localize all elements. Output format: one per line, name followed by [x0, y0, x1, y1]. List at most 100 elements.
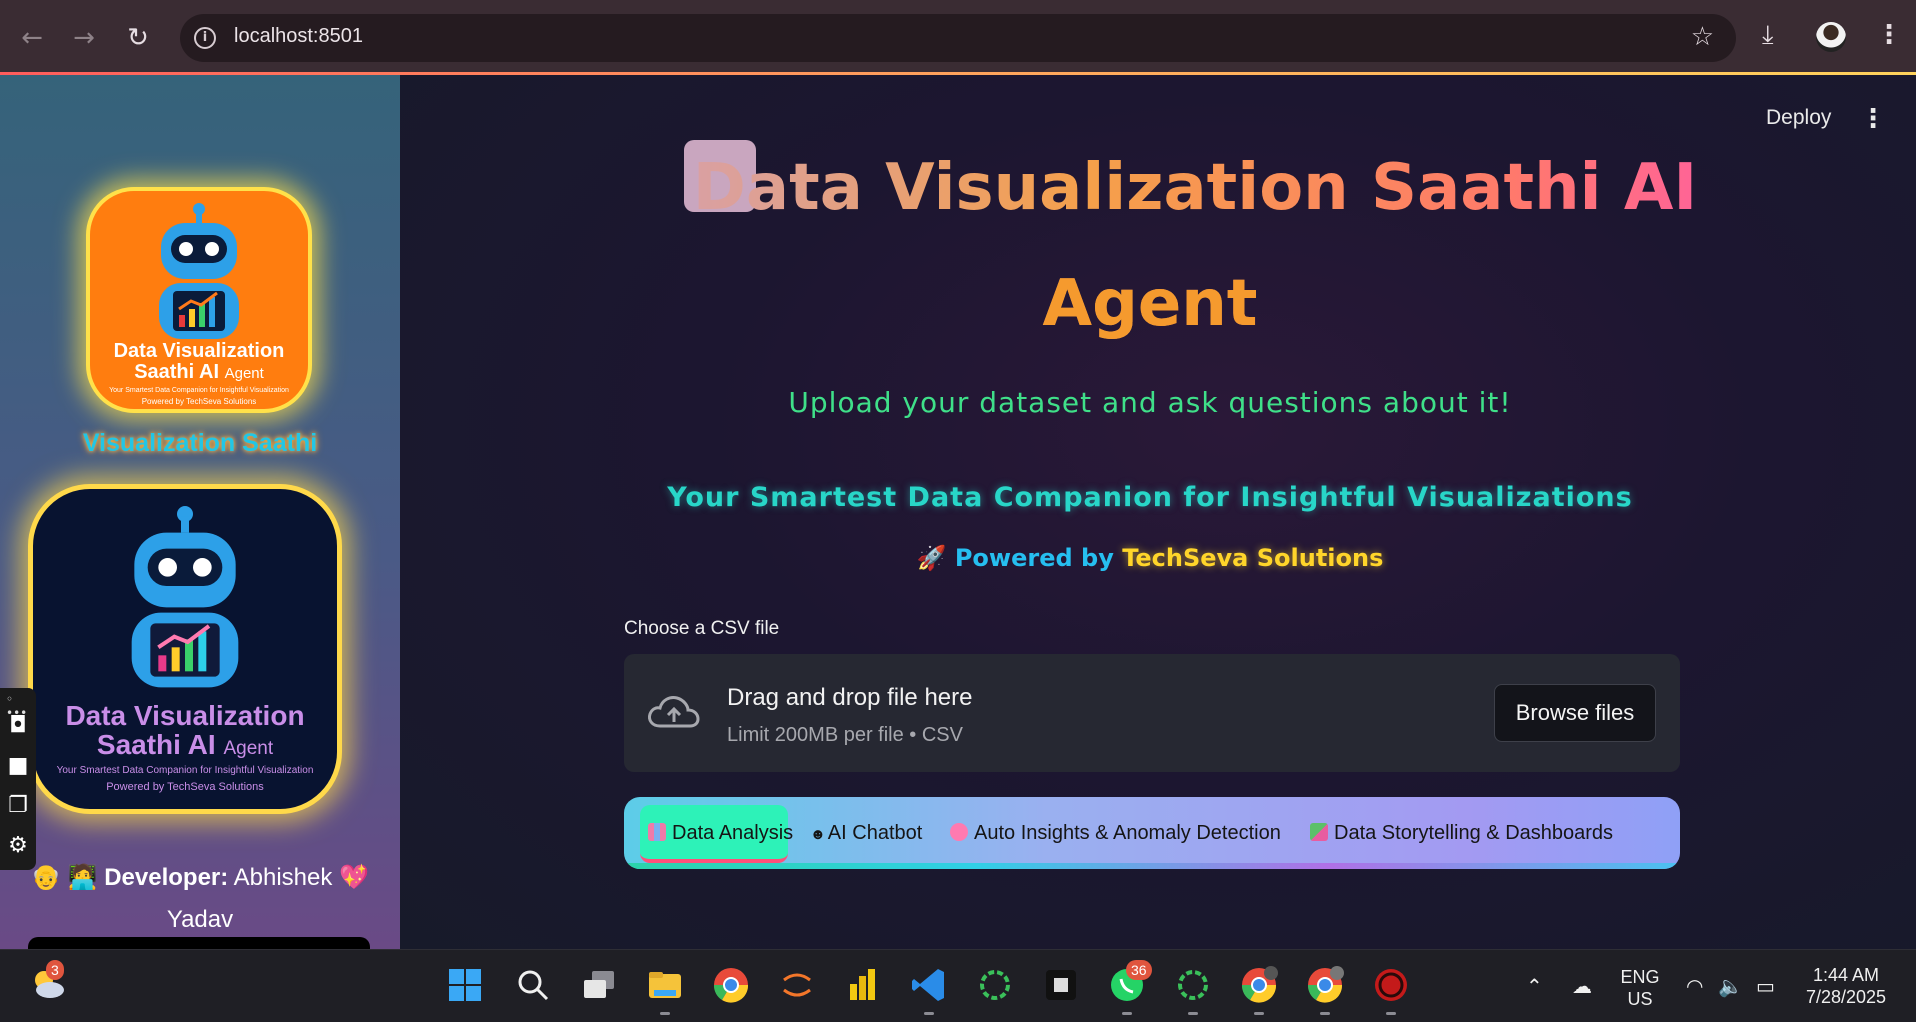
- file-dropzone[interactable]: Drag and drop file here Limit 200MB per …: [624, 654, 1680, 772]
- chevron-up-icon[interactable]: ⌃: [1526, 974, 1543, 998]
- chrome-profile-icon[interactable]: [1306, 966, 1344, 1004]
- uploader-label: Choose a CSV file: [624, 618, 780, 639]
- bar-chart-icon: [648, 823, 666, 841]
- address-bar[interactable]: i localhost:8501 ☆: [180, 14, 1736, 62]
- battery-icon[interactable]: ▭: [1756, 974, 1775, 998]
- dropzone-text: Drag and drop file here: [727, 684, 973, 711]
- taskbar-running-indicator: [1122, 1012, 1132, 1015]
- sidebar-app-name: Visualization Saathi: [82, 429, 318, 457]
- gear-icon[interactable]: ⚙: [4, 832, 32, 860]
- clock-date: 7/28/2025: [1805, 987, 1887, 1007]
- sidebar-logo-large: Data Visualization Saathi AI Agent Your …: [28, 484, 342, 814]
- search-icon[interactable]: [514, 966, 552, 1004]
- language-line2: US: [1627, 989, 1653, 1009]
- logo-small-tagline: Your Smartest Data Companion for Insight…: [109, 387, 289, 394]
- robot-icon: [131, 506, 239, 688]
- sidebar-logo-small: Data Visualization Saathi AI Agent Your …: [86, 187, 312, 413]
- browser-chrome: ← → ↻ i localhost:8501 ☆ ⤓ ⋮: [0, 0, 1916, 74]
- cube-app-icon[interactable]: [1042, 966, 1080, 1004]
- task-view-icon[interactable]: [580, 966, 618, 1004]
- taskbar-running-indicator: [660, 1012, 670, 1015]
- logo-small-title-line2: Saathi AI: [134, 361, 220, 383]
- app-menu-icon[interactable]: ⋮: [1860, 104, 1886, 134]
- file-explorer-icon[interactable]: [646, 966, 684, 1004]
- tab-ai-chatbot[interactable]: ☻ AI Chatbot: [810, 805, 922, 863]
- page-subtitle: Upload your dataset and ask questions ab…: [788, 386, 1512, 419]
- windows-icon[interactable]: ❐: [4, 792, 32, 820]
- jupyter-icon[interactable]: [778, 966, 816, 1004]
- power-bi-icon[interactable]: [844, 966, 882, 1004]
- tab-label: Data Storytelling & Dashboards: [1334, 822, 1614, 844]
- refresh-app-icon[interactable]: [976, 966, 1014, 1004]
- logo-small-title-suffix: Agent: [224, 365, 264, 382]
- download-icon[interactable]: ⤓: [1762, 20, 1774, 51]
- developer-emoji: 👴 🧑‍💻: [31, 864, 98, 891]
- clock-time: 1:44 AM: [1812, 965, 1880, 985]
- tab-label: AI Chatbot: [827, 822, 923, 844]
- weather-badge: 3: [46, 960, 64, 980]
- profile-avatar[interactable]: [1816, 22, 1846, 52]
- tab-data-analysis[interactable]: Data Analysis: [640, 805, 793, 863]
- address-url[interactable]: localhost:8501: [234, 25, 363, 48]
- brain-icon: [950, 823, 968, 841]
- chrome-profile-icon[interactable]: [1240, 966, 1278, 1004]
- page-title-line1: Data Visualization Saathi AI: [692, 151, 1698, 225]
- tab-label: Data Analysis: [672, 822, 794, 844]
- feature-tabs: Data Analysis ☻ AI Chatbot Auto Insights …: [624, 797, 1680, 869]
- whatsapp-badge: 36: [1126, 960, 1152, 980]
- back-arrow-icon[interactable]: ←: [16, 22, 48, 54]
- page-tagline: Your Smartest Data Companion for Insight…: [667, 482, 1633, 513]
- refresh-app-icon[interactable]: [1174, 966, 1212, 1004]
- browse-files-button[interactable]: Browse files: [1494, 684, 1656, 742]
- onedrive-icon[interactable]: ☁: [1572, 974, 1592, 998]
- volume-icon[interactable]: 🔈: [1718, 974, 1743, 998]
- powered-by: 🚀 Powered by TechSeva Solutions: [560, 544, 1740, 572]
- forward-arrow-icon[interactable]: →: [68, 22, 100, 54]
- camera-icon[interactable]: ◘: [4, 712, 32, 740]
- floating-toolbar: ◦ ••• ◘ ■ ❐ ⚙: [0, 688, 36, 870]
- taskbar: 3 36 ⌃ ☁ ENG US ◠ 🔈 ▭ 1:44 AM 7/28/2025: [0, 949, 1916, 1022]
- reload-icon[interactable]: ↻: [122, 22, 154, 54]
- language-indicator[interactable]: ENG US: [1612, 966, 1668, 1010]
- wifi-icon[interactable]: ◠: [1686, 974, 1703, 998]
- tab-data-storytelling[interactable]: Data Storytelling & Dashboards: [1310, 805, 1613, 863]
- logo-large-title-suffix: Agent: [223, 738, 274, 760]
- logo-large-title-line1: Data Visualization: [65, 700, 305, 731]
- taskbar-running-indicator: [1386, 1012, 1396, 1015]
- site-info-icon[interactable]: i: [194, 27, 216, 49]
- taskbar-running-indicator: [1320, 1012, 1330, 1015]
- logo-small-title-line1: Data Visualization: [113, 340, 285, 362]
- taskbar-running-indicator: [1254, 1012, 1264, 1015]
- developer-label: Developer:: [104, 864, 229, 891]
- books-icon: [1310, 823, 1328, 841]
- tabs-underline: [624, 863, 1680, 869]
- taskbar-running-indicator: [1188, 1012, 1198, 1015]
- robot-face-icon: ☻: [810, 826, 826, 843]
- taskbar-running-indicator: [924, 1012, 934, 1015]
- powered-brand: TechSeva Solutions: [1122, 544, 1384, 572]
- sidebar: Data Visualization Saathi AI Agent Your …: [0, 75, 400, 949]
- chrome-icon[interactable]: [712, 966, 750, 1004]
- developer-credit: 👴 🧑‍💻 Developer: Abhishek 💖 Yadav: [0, 857, 400, 941]
- logo-large-title-line2: Saathi AI: [96, 729, 216, 761]
- record-icon[interactable]: [1372, 966, 1410, 1004]
- deploy-button[interactable]: Deploy: [1766, 106, 1831, 130]
- sidebar-bottom-bar: [28, 937, 370, 949]
- logo-large-powered: Powered by TechSeva Solutions: [106, 781, 264, 793]
- tab-label: Auto Insights & Anomaly Detection: [974, 822, 1281, 844]
- page-title: Data Visualization Saathi AI Agent: [560, 130, 1740, 362]
- clock[interactable]: 1:44 AM 7/28/2025: [1796, 964, 1896, 1008]
- windows-start-icon[interactable]: [446, 966, 484, 1004]
- chrome-menu-icon[interactable]: ⋮: [1876, 20, 1902, 50]
- language-line1: ENG: [1620, 967, 1660, 987]
- vscode-icon[interactable]: [910, 966, 948, 1004]
- tab-auto-insights[interactable]: Auto Insights & Anomaly Detection: [950, 805, 1281, 863]
- robot-icon: [159, 203, 239, 339]
- bookmark-star-icon[interactable]: ☆: [1691, 22, 1714, 52]
- logo-small-powered: Powered by TechSeva Solutions: [141, 397, 257, 406]
- powered-prefix: 🚀 Powered by: [916, 544, 1114, 572]
- cloud-upload-icon: [648, 696, 700, 728]
- video-camera-icon[interactable]: ■: [4, 752, 32, 780]
- page-title-line2: Agent: [1042, 267, 1258, 341]
- dropzone-limit: Limit 200MB per file • CSV: [727, 724, 963, 746]
